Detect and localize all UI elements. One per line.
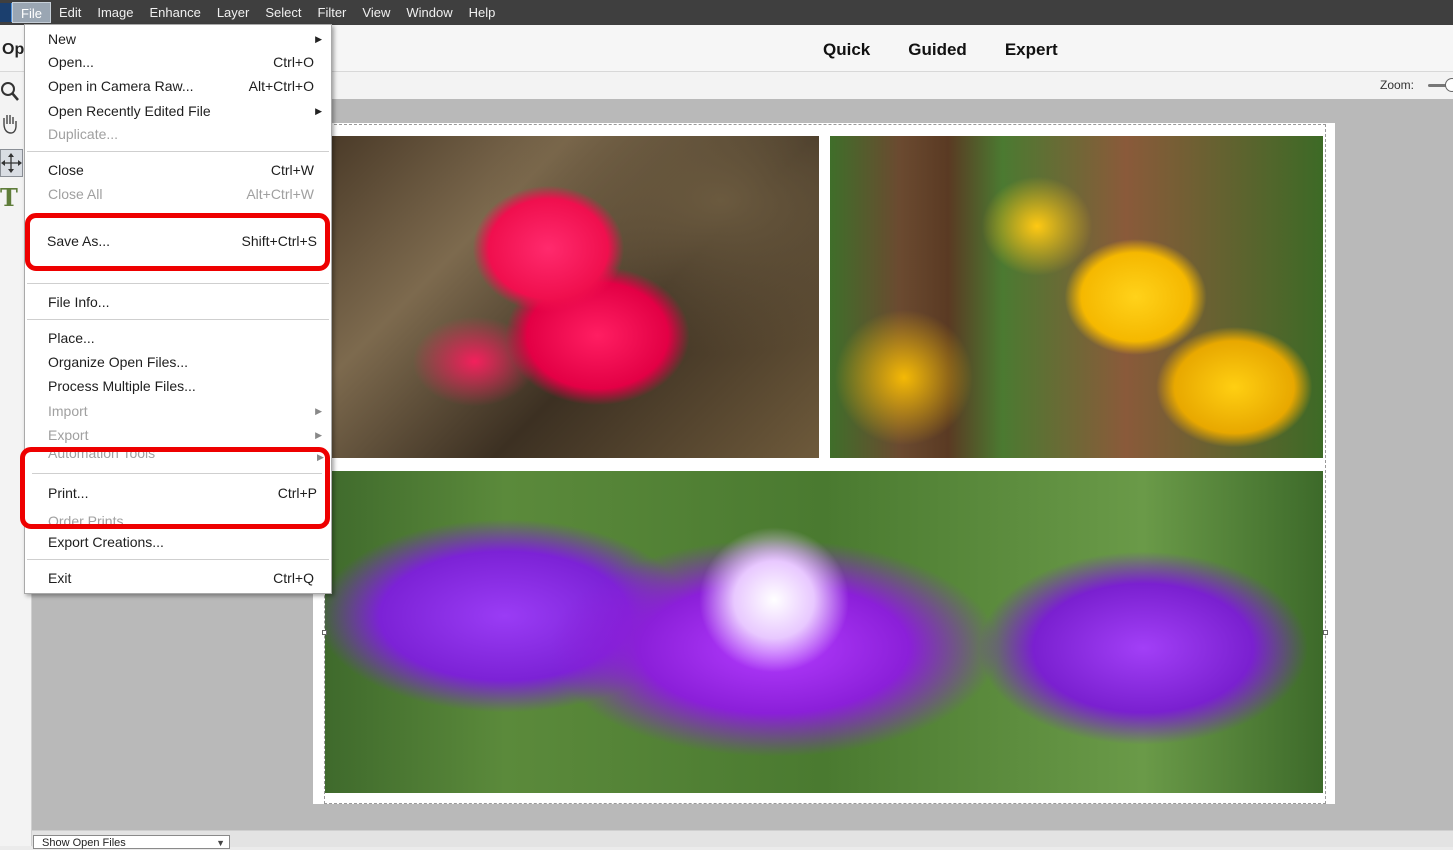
menu-item-exit[interactable]: Exit Ctrl+Q	[25, 567, 331, 589]
menu-item-import: Import ▶	[25, 400, 331, 422]
tab-expert[interactable]: Expert	[1005, 40, 1058, 60]
tab-guided[interactable]: Guided	[908, 40, 967, 60]
show-open-files-label: Show Open Files	[42, 837, 126, 849]
menu-separator	[27, 151, 329, 152]
menu-separator	[27, 283, 329, 284]
menu-item-open-recent[interactable]: Open Recently Edited File ▶	[25, 100, 331, 122]
hand-tool-icon[interactable]	[0, 112, 24, 136]
menu-item-label: Close All	[48, 186, 103, 202]
menu-item-process-multiple-files[interactable]: Process Multiple Files...	[25, 375, 331, 397]
tab-quick[interactable]: Quick	[823, 40, 870, 60]
menu-item-label: Open Recently Edited File	[48, 103, 211, 119]
menu-image[interactable]: Image	[89, 0, 141, 25]
menu-item-label: Export Creations...	[48, 534, 164, 550]
file-menu-dropdown: New ▶ Open... Ctrl+O Open in Camera Raw.…	[24, 24, 332, 594]
menu-item-label: Open in Camera Raw...	[48, 78, 194, 94]
menu-item-file-info[interactable]: File Info...	[25, 291, 331, 313]
menu-separator	[27, 319, 329, 320]
show-open-files-dropdown[interactable]: Show Open Files ▼	[33, 835, 230, 849]
menu-file[interactable]: File	[12, 2, 51, 23]
transform-handle-left[interactable]	[322, 630, 327, 635]
menu-item-label: Import	[48, 403, 88, 419]
menu-item-organize-open-files[interactable]: Organize Open Files...	[25, 351, 331, 373]
menu-item-label: Exit	[48, 570, 72, 586]
purple-flower-photo[interactable]	[325, 471, 1323, 793]
menu-window[interactable]: Window	[398, 0, 460, 25]
menu-item-label: Open...	[48, 54, 94, 70]
menu-layer[interactable]: Layer	[209, 0, 258, 25]
menu-item-label: Close	[48, 162, 84, 178]
menu-item-new[interactable]: New ▶	[25, 28, 331, 50]
menu-item-label: Place...	[48, 330, 95, 346]
menu-item-shortcut: Ctrl+W	[270, 162, 314, 178]
menu-view[interactable]: View	[354, 0, 398, 25]
move-tool-icon[interactable]	[0, 149, 23, 177]
transform-handle-right[interactable]	[1323, 630, 1328, 635]
menu-separator	[27, 559, 329, 560]
menu-select[interactable]: Select	[257, 0, 309, 25]
open-button-label[interactable]: Op	[2, 41, 24, 59]
menu-item-shortcut: Alt+Ctrl+W	[246, 186, 314, 202]
zoom-label: Zoom:	[1380, 78, 1415, 92]
menu-item-shortcut: Ctrl+O	[273, 54, 314, 70]
menu-item-open[interactable]: Open... Ctrl+O	[25, 51, 331, 73]
menu-item-export: Export ▶	[25, 424, 331, 446]
chevron-down-icon: ▼	[216, 838, 225, 848]
app-logo-icon[interactable]	[0, 3, 12, 22]
menu-item-shortcut: Ctrl+Q	[273, 570, 314, 586]
menu-separator	[27, 523, 329, 524]
menu-item-label: New	[48, 31, 77, 47]
menu-item-label: Export	[48, 427, 89, 443]
menu-item-export-creations[interactable]: Export Creations...	[25, 531, 331, 553]
menu-item-label: Process Multiple Files...	[48, 378, 196, 394]
menu-item-label: Duplicate...	[48, 126, 119, 142]
menu-enhance[interactable]: Enhance	[142, 0, 209, 25]
menu-item-open-camera-raw[interactable]: Open in Camera Raw... Alt+Ctrl+O	[25, 75, 331, 97]
red-geranium-photo[interactable]	[327, 136, 819, 458]
menu-item-close[interactable]: Close Ctrl+W	[25, 159, 331, 181]
menu-filter[interactable]: Filter	[310, 0, 355, 25]
submenu-arrow-icon: ▶	[315, 406, 322, 416]
submenu-arrow-icon: ▶	[315, 430, 322, 440]
zoom-tool-icon[interactable]	[0, 80, 24, 104]
yellow-flower-photo[interactable]	[830, 136, 1323, 458]
menu-item-place[interactable]: Place...	[25, 327, 331, 349]
mode-tabs: Quick Guided Expert	[823, 40, 1058, 60]
menu-item-label: Organize Open Files...	[48, 354, 189, 370]
submenu-arrow-icon: ▶	[315, 106, 322, 116]
menu-item-label: File Info...	[48, 294, 110, 310]
menu-item-close-all: Close All Alt+Ctrl+W	[25, 183, 331, 205]
menu-item-duplicate: Duplicate...	[25, 123, 331, 145]
bottom-bar: Show Open Files ▼	[32, 830, 1453, 849]
type-tool-icon[interactable]: T	[0, 186, 24, 210]
menu-edit[interactable]: Edit	[51, 0, 89, 25]
zoom-slider-handle[interactable]	[1445, 78, 1453, 92]
menu-item-shortcut: Alt+Ctrl+O	[248, 78, 314, 94]
menu-bar: File Edit Image Enhance Layer Select Fil…	[0, 0, 1453, 25]
submenu-arrow-icon: ▶	[315, 34, 322, 44]
menu-help[interactable]: Help	[461, 0, 504, 25]
